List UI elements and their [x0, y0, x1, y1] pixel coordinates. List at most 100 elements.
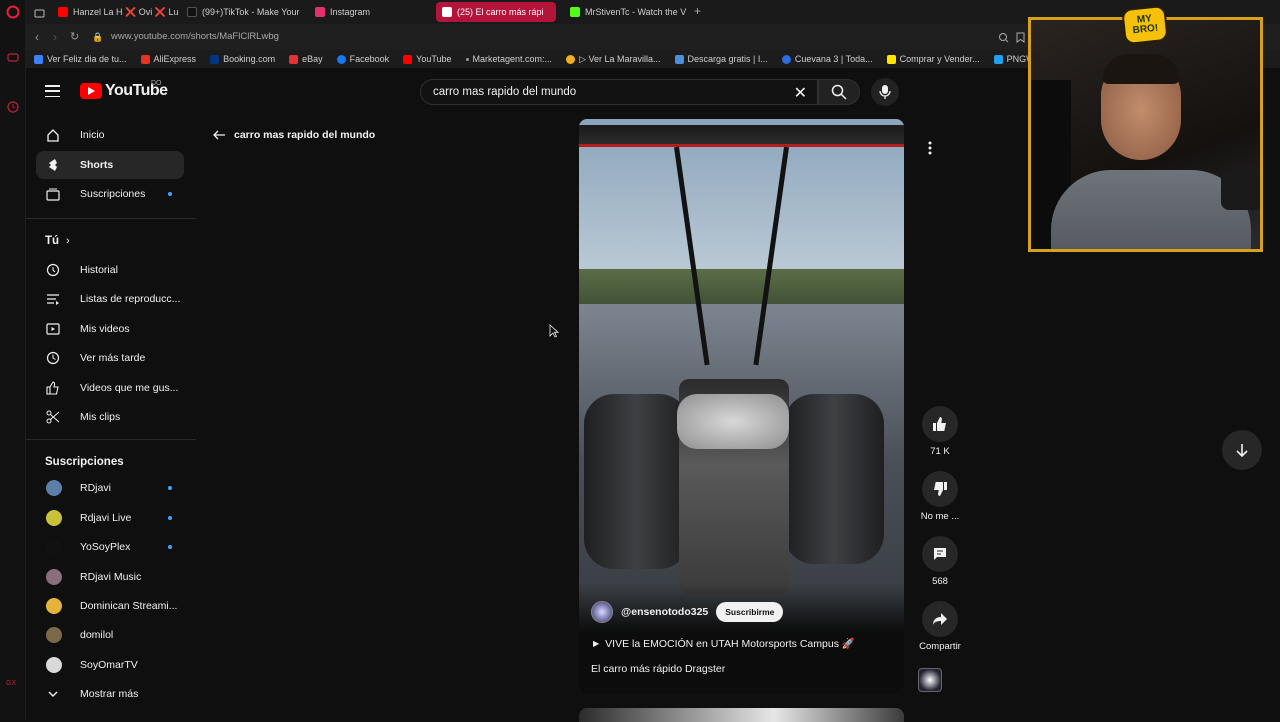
sidebar-item-mis-clips[interactable]: Mis clips: [36, 403, 184, 431]
messenger-icon[interactable]: [6, 50, 20, 64]
like-action[interactable]: 71 K: [910, 406, 970, 457]
kick-icon: [570, 7, 580, 17]
gx-icon[interactable]: GX: [6, 680, 20, 694]
video-tags[interactable]: El carro más rápido Dragster: [591, 663, 725, 675]
tab-0[interactable]: Hanzel La H ❌ Ovi ❌ Lu: [52, 2, 178, 22]
history-clock-icon[interactable]: [6, 100, 20, 114]
video-description[interactable]: ▶ VIVE la EMOCIÓN en UTAH Motorsports Ca…: [593, 637, 855, 650]
shorts-video-player[interactable]: @ensenotodo325 Suscribirme ▶ VIVE la EMO…: [579, 119, 904, 694]
bookmark-item[interactable]: Ver Feliz dia de tu...: [34, 54, 127, 64]
bookmark-label: Descarga gratis | I...: [687, 54, 768, 64]
sidebar-item-mis-videos[interactable]: Mis videos: [36, 315, 184, 343]
voice-search-button[interactable]: [871, 78, 899, 106]
more-options-button[interactable]: [912, 130, 948, 166]
bookmark-item[interactable]: Booking.com: [210, 54, 275, 64]
channel-thumbnail[interactable]: [918, 668, 942, 692]
tab-1[interactable]: (99+)TikTok - Make Your: [181, 2, 299, 22]
url-field[interactable]: www.youtube.com/shorts/MaFlClRLwbg: [111, 31, 279, 42]
sidebar-item-label: Ver más tarde: [80, 352, 146, 364]
play-triangle-icon: ▶: [593, 639, 600, 648]
zoom-icon[interactable]: [998, 30, 1009, 48]
bookmark-item[interactable]: Comprar y Vender...: [886, 54, 980, 64]
search-input[interactable]: carro mas rapido del mundo ✕: [420, 79, 818, 105]
subscription-item[interactable]: SoyOmarTV: [36, 651, 184, 679]
share-button[interactable]: [922, 601, 958, 637]
search-icon: [831, 84, 847, 100]
subscription-item[interactable]: domilol: [36, 621, 184, 649]
sidebar-item-listas[interactable]: Listas de reproducc...: [36, 285, 184, 313]
close-icon[interactable]: ✕: [794, 83, 807, 103]
sidebar-item-ver-mas-tarde[interactable]: Ver más tarde: [36, 344, 184, 372]
sidebar-item-suscripciones[interactable]: Suscripciones: [36, 180, 184, 208]
bookmark-item[interactable]: Marketagent.com:...: [465, 54, 553, 64]
sidebar-heading-tu[interactable]: Tú ›: [36, 227, 184, 255]
subscribe-button[interactable]: Suscribirme: [716, 602, 784, 622]
subscription-item[interactable]: YoSoyPlex: [36, 533, 184, 561]
avatar: [46, 539, 62, 555]
subscription-item[interactable]: RDjavi: [36, 474, 184, 502]
dislike-action[interactable]: No me ...: [910, 471, 970, 522]
country-code: DO: [151, 80, 162, 87]
reload-icon[interactable]: ↻: [70, 30, 79, 43]
bookmark-icon[interactable]: [1016, 30, 1025, 48]
subscription-item[interactable]: RDjavi Music: [36, 563, 184, 591]
show-more-button[interactable]: Mostrar más: [36, 680, 184, 708]
subscription-item[interactable]: Dominican Streami...: [36, 592, 184, 620]
bookmark-item[interactable]: ▷ Ver La Maravilla...: [566, 54, 661, 65]
video-frame-trees: [579, 269, 904, 309]
bookmark-favicon-icon: [465, 57, 469, 61]
bookmark-item[interactable]: eBay: [289, 54, 323, 64]
bookmark-label: Booking.com: [223, 54, 276, 64]
bookmark-favicon-icon: [566, 54, 576, 64]
sidebar-item-historial[interactable]: Historial: [36, 256, 184, 284]
bookmark-item[interactable]: Cuevana 3 | Toda...: [781, 54, 873, 64]
back-icon[interactable]: ‹: [35, 30, 39, 44]
bookmark-item[interactable]: YouTube: [403, 54, 452, 64]
comments-button[interactable]: [922, 536, 958, 572]
forward-icon[interactable]: ›: [53, 30, 57, 44]
opera-logo-icon[interactable]: [6, 5, 20, 19]
subscription-label: Dominican Streami...: [80, 600, 178, 612]
sidebar-item-videos-gustan[interactable]: Videos que me gus...: [36, 374, 184, 402]
subscription-item[interactable]: Rdjavi Live: [36, 504, 184, 532]
sidebar-item-shorts[interactable]: Shorts: [36, 151, 184, 179]
avatar: [46, 569, 62, 585]
sidebar-item-label: Mostrar más: [80, 688, 139, 700]
like-button[interactable]: [922, 406, 958, 442]
tab-3-active[interactable]: (25) El carro más rápi: [436, 2, 556, 22]
sidebar-item-label: Inicio: [80, 129, 105, 141]
webcam-overlay: [1028, 17, 1263, 252]
dislike-button[interactable]: [922, 471, 958, 507]
bookmark-favicon-icon: [403, 54, 413, 64]
subscription-label: RDjavi Music: [80, 571, 142, 583]
speaker-icon: [442, 7, 452, 17]
streamer-badge: MY BRO!: [1121, 4, 1169, 46]
back-to-results-link[interactable]: carro mas rapido del mundo: [212, 129, 375, 141]
channel-name[interactable]: @ensenotodo325: [621, 606, 708, 618]
youtube-play-icon: [80, 83, 102, 99]
new-tab-button[interactable]: +: [694, 4, 701, 18]
bookmark-favicon-icon: [289, 54, 299, 64]
bookmark-favicon-icon: [674, 54, 684, 64]
menu-icon[interactable]: [45, 85, 60, 97]
search-button[interactable]: [818, 79, 860, 105]
divider: [26, 439, 196, 440]
tab-2[interactable]: Instagram: [309, 2, 409, 22]
next-video-button[interactable]: [1222, 430, 1262, 470]
sidebar-item-label: Mis videos: [80, 323, 130, 335]
thumbs-down-icon: [934, 482, 947, 496]
bookmark-item[interactable]: Descarga gratis | I...: [674, 54, 768, 64]
share-action[interactable]: Compartir: [910, 601, 970, 652]
workspace-icon[interactable]: [34, 6, 45, 24]
comments-action[interactable]: 568: [910, 536, 970, 587]
sidebar-item-inicio[interactable]: Inicio: [36, 121, 184, 149]
bookmark-label: Marketagent.com:...: [472, 54, 553, 64]
divider: [26, 218, 196, 219]
thumbs-up-icon: [46, 381, 60, 395]
bookmark-label: YouTube: [416, 54, 452, 64]
avatar[interactable]: [591, 601, 613, 623]
bookmark-favicon-icon: [781, 54, 791, 64]
tab-4[interactable]: MrStivenTc - Watch the V: [564, 2, 688, 22]
bookmark-item[interactable]: AliExpress: [140, 54, 196, 64]
bookmark-item[interactable]: Facebook: [336, 54, 389, 64]
